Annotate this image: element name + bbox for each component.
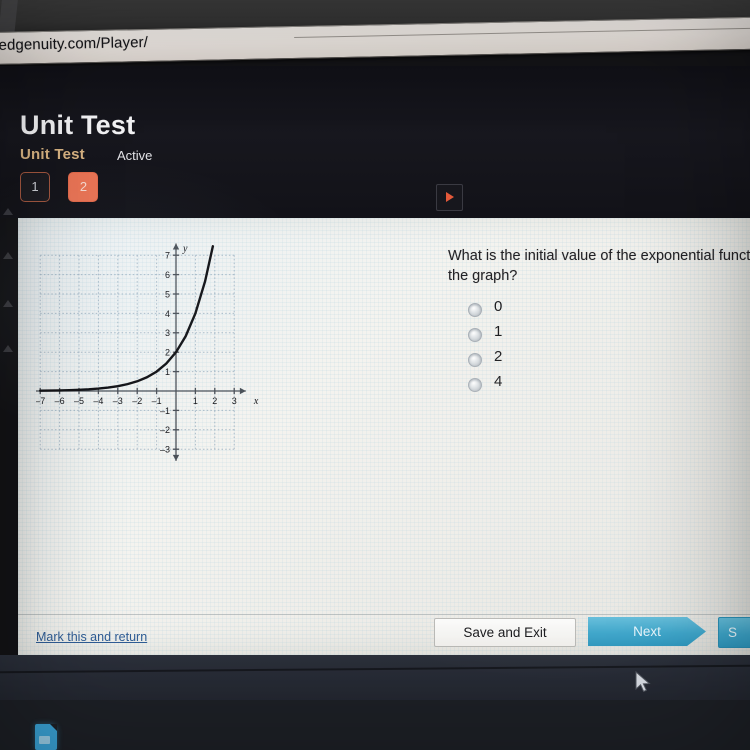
question-text: What is the initial value of the exponen… — [448, 246, 750, 286]
mark-and-return-link[interactable]: Mark this and return — [36, 630, 147, 644]
taskbar — [0, 700, 750, 750]
option-label: 0 — [494, 298, 503, 315]
svg-text:–1: –1 — [160, 406, 170, 416]
svg-text:–2: –2 — [160, 425, 170, 435]
status-badge: Active — [117, 148, 153, 163]
exponential-function-graph: –7 –6 –5 –4 –3 –2 –1 1 2 3 7 6 5 4 3 2 1 –1 –2 –3 x y — [28, 230, 298, 478]
radio-button[interactable] — [468, 328, 482, 342]
edge-marker-2 — [3, 252, 13, 259]
play-icon — [446, 192, 454, 202]
answer-options: 0 1 2 4 — [448, 298, 688, 398]
svg-text:–2: –2 — [132, 396, 142, 406]
edge-marker-4 — [3, 345, 13, 352]
graph-svg: –7 –6 –5 –4 –3 –2 –1 1 2 3 7 6 5 4 3 2 1 –1 –2 –3 x y — [28, 244, 259, 461]
svg-text:–6: –6 — [55, 396, 65, 406]
svg-text:2: 2 — [212, 396, 217, 406]
breadcrumb[interactable]: Unit Test — [20, 146, 85, 163]
svg-text:–5: –5 — [74, 396, 84, 406]
svg-text:1: 1 — [193, 396, 198, 406]
svg-text:2: 2 — [165, 348, 170, 358]
radio-button[interactable] — [468, 303, 482, 317]
screenshot-root: .edgenuity.com/Player/ Unit Test Unit Te… — [0, 0, 750, 750]
question-nav: 1 2 — [20, 172, 112, 202]
edge-marker-1 — [3, 208, 13, 215]
option-label: 2 — [494, 348, 503, 365]
svg-text:5: 5 — [165, 289, 170, 299]
svg-text:y: y — [182, 244, 188, 255]
url-text: .edgenuity.com/Player/ — [0, 33, 149, 54]
question-line-2: the graph? — [448, 268, 518, 284]
play-button[interactable] — [436, 184, 463, 211]
svg-text:3: 3 — [165, 328, 170, 338]
footer-divider — [18, 614, 750, 615]
page-title: Unit Test — [20, 110, 136, 140]
svg-text:x: x — [253, 396, 259, 407]
question-button-1[interactable]: 1 — [20, 172, 50, 202]
option-row[interactable]: 2 — [448, 348, 688, 373]
svg-text:–3: –3 — [160, 445, 170, 455]
question-button-2[interactable]: 2 — [68, 172, 99, 202]
svg-text:–1: –1 — [152, 396, 162, 406]
radio-button[interactable] — [468, 378, 482, 392]
svg-text:1: 1 — [165, 367, 170, 377]
edge-marker-3 — [3, 300, 13, 307]
mouse-cursor — [635, 670, 651, 693]
svg-text:–3: –3 — [113, 396, 123, 406]
option-label: 1 — [494, 323, 503, 340]
svg-text:–4: –4 — [93, 396, 103, 406]
question-content-panel: –7 –6 –5 –4 –3 –2 –1 1 2 3 7 6 5 4 3 2 1 –1 –2 –3 x y What … — [18, 218, 750, 655]
option-row[interactable]: 4 — [448, 373, 688, 398]
question-line-1: What is the initial value of the exponen… — [448, 248, 750, 264]
svg-text:7: 7 — [165, 251, 170, 261]
next-button[interactable]: Next — [588, 617, 706, 646]
option-row[interactable]: 1 — [448, 323, 688, 348]
radio-button[interactable] — [468, 353, 482, 367]
submit-button[interactable]: S — [718, 617, 750, 648]
url-bar-divider — [294, 27, 750, 38]
svg-text:4: 4 — [165, 309, 170, 319]
svg-text:3: 3 — [232, 396, 237, 406]
option-row[interactable]: 0 — [448, 298, 688, 323]
app-header: Unit Test Unit Test Active 1 2 — [0, 66, 750, 218]
svg-text:–7: –7 — [36, 396, 45, 406]
option-label: 4 — [494, 373, 503, 390]
document-icon[interactable] — [35, 724, 57, 750]
svg-text:6: 6 — [165, 270, 170, 280]
save-and-exit-button[interactable]: Save and Exit — [434, 618, 576, 647]
